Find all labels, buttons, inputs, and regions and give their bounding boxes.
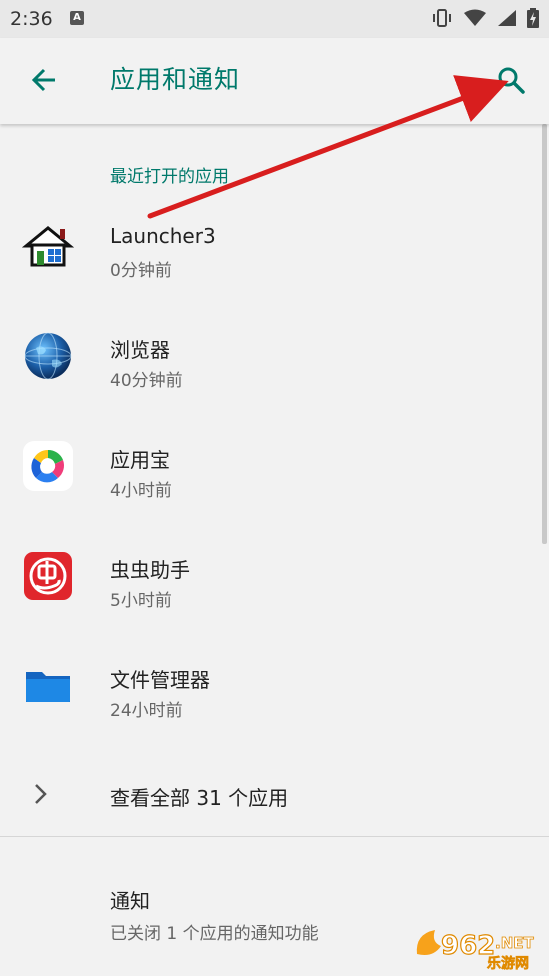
- app-last-used: 0分钟前: [110, 261, 172, 281]
- app-row-yingyongbao[interactable]: 应用宝 4小时前: [0, 410, 549, 520]
- app-name: 虫虫助手: [110, 558, 190, 582]
- app-name: Launcher3: [110, 224, 216, 248]
- battery-icon: [527, 8, 539, 28]
- svg-text:.NET: .NET: [495, 934, 534, 952]
- yingyongbao-icon: [22, 440, 74, 492]
- app-last-used: 4小时前: [110, 481, 172, 501]
- svg-text:乐游网: 乐游网: [487, 955, 529, 972]
- status-icons: [431, 8, 539, 28]
- app-name: 应用宝: [110, 448, 170, 472]
- app-last-used: 40分钟前: [110, 371, 183, 391]
- app-name: 文件管理器: [110, 668, 210, 692]
- app-row-launcher3[interactable]: Launcher3 0分钟前: [0, 190, 549, 300]
- settings-screen: 2:36 A 应用和通知 最近打开的应用 Launcher3 0分钟前 浏览器 …: [0, 0, 549, 976]
- status-time: 2:36: [10, 8, 53, 30]
- browser-globe-icon: [22, 330, 74, 382]
- chevron-right-icon: [35, 784, 47, 804]
- page-title: 应用和通知: [110, 65, 241, 94]
- folder-icon: [22, 660, 74, 712]
- app-row-file-manager[interactable]: 文件管理器 24小时前: [0, 630, 549, 740]
- notifications-summary: 已关闭 1 个应用的通知功能: [110, 924, 319, 944]
- status-bar: 2:36 A: [0, 0, 549, 38]
- search-button[interactable]: [489, 58, 533, 102]
- notifications-title: 通知: [110, 889, 150, 913]
- settings-content: 最近打开的应用 Launcher3 0分钟前 浏览器 40分钟前 应用宝 4小时…: [0, 124, 549, 976]
- search-icon: [498, 67, 525, 94]
- wifi-icon: [464, 9, 486, 26]
- view-all-apps-row[interactable]: 查看全部 31 个应用: [0, 754, 549, 836]
- notification-badge-icon: A: [70, 11, 84, 25]
- launcher3-icon: [21, 220, 75, 272]
- watermark-logo: 962 .NET 乐游网: [411, 924, 543, 972]
- signal-icon: [498, 10, 516, 26]
- recent-apps-header: 最近打开的应用: [110, 167, 229, 187]
- arrow-left-icon: [31, 68, 55, 92]
- view-all-apps-label: 查看全部 31 个应用: [110, 786, 289, 810]
- vibrate-icon: [433, 9, 451, 27]
- app-last-used: 5小时前: [110, 591, 172, 611]
- app-name: 浏览器: [110, 338, 170, 362]
- app-bar: 应用和通知: [0, 38, 549, 124]
- back-button[interactable]: [22, 58, 66, 102]
- app-row-browser[interactable]: 浏览器 40分钟前: [0, 300, 549, 410]
- app-last-used: 24小时前: [110, 701, 183, 721]
- app-row-chongchong[interactable]: 虫虫助手 5小时前: [0, 520, 549, 630]
- chongchong-icon: [22, 550, 74, 602]
